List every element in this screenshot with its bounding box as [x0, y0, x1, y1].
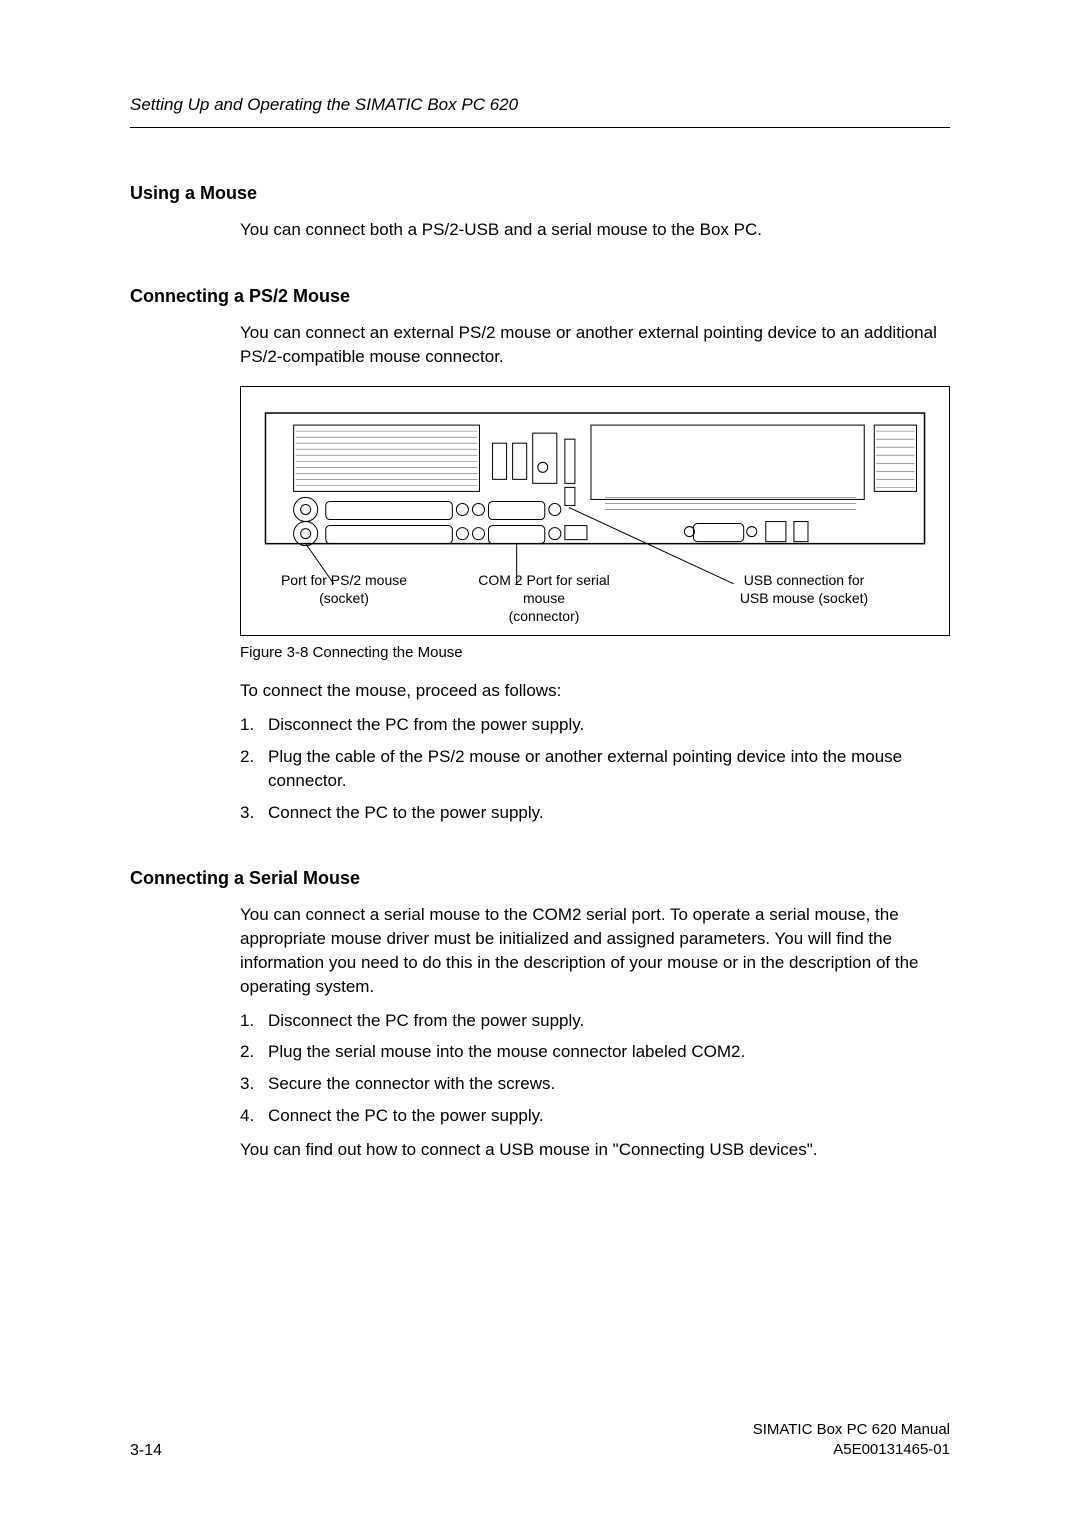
- sec2-p2: To connect the mouse, proceed as follows…: [240, 679, 950, 703]
- callout-usb-line1: USB connection for: [744, 572, 865, 588]
- figure-caption: Figure 3-8 Connecting the Mouse: [240, 644, 950, 661]
- sec2-p1: You can connect an external PS/2 mouse o…: [240, 321, 950, 369]
- sec3-p1: You can connect a serial mouse to the CO…: [240, 903, 950, 998]
- heading-using-mouse: Using a Mouse: [130, 183, 950, 204]
- callout-usb-line2: USB mouse (socket): [740, 590, 868, 606]
- heading-connecting-serial: Connecting a Serial Mouse: [130, 868, 950, 889]
- callout-com2-line2: (connector): [509, 608, 580, 624]
- callout-ps2: Port for PS/2 mouse (socket): [269, 571, 419, 626]
- callout-usb: USB connection for USB mouse (socket): [729, 571, 879, 626]
- sec3-step4: Connect the PC to the power supply.: [240, 1104, 950, 1128]
- callout-ps2-line1: Port for PS/2 mouse: [281, 572, 407, 588]
- sec2-step2: Plug the cable of the PS/2 mouse or anot…: [240, 745, 950, 793]
- sec1-p1: You can connect both a PS/2-USB and a se…: [240, 218, 950, 242]
- sec3-step2: Plug the serial mouse into the mouse con…: [240, 1040, 950, 1064]
- sec3-step1: Disconnect the PC from the power supply.: [240, 1009, 950, 1033]
- sec2-step1: Disconnect the PC from the power supply.: [240, 713, 950, 737]
- page-number: 3-14: [130, 1442, 162, 1460]
- sec2-steps: Disconnect the PC from the power supply.…: [240, 713, 950, 824]
- callout-com2-line1: COM 2 Port for serial mouse: [478, 572, 609, 606]
- footer-title: SIMATIC Box PC 620 Manual: [753, 1421, 950, 1438]
- heading-connecting-ps2: Connecting a PS/2 Mouse: [130, 286, 950, 307]
- running-header: Setting Up and Operating the SIMATIC Box…: [130, 95, 950, 128]
- sec2-step3: Connect the PC to the power supply.: [240, 801, 950, 825]
- callout-com2: COM 2 Port for serial mouse (connector): [459, 571, 629, 626]
- sec3-steps: Disconnect the PC from the power supply.…: [240, 1009, 950, 1128]
- sec3-p2: You can find out how to connect a USB mo…: [240, 1138, 950, 1162]
- footer-docid: A5E00131465-01: [833, 1441, 950, 1458]
- callout-ps2-line2: (socket): [319, 590, 369, 606]
- sec3-step3: Secure the connector with the screws.: [240, 1072, 950, 1096]
- page-footer: 3-14 SIMATIC Box PC 620 Manual A5E001314…: [130, 1420, 950, 1461]
- figure-connecting-mouse: Port for PS/2 mouse (socket) COM 2 Port …: [240, 386, 950, 636]
